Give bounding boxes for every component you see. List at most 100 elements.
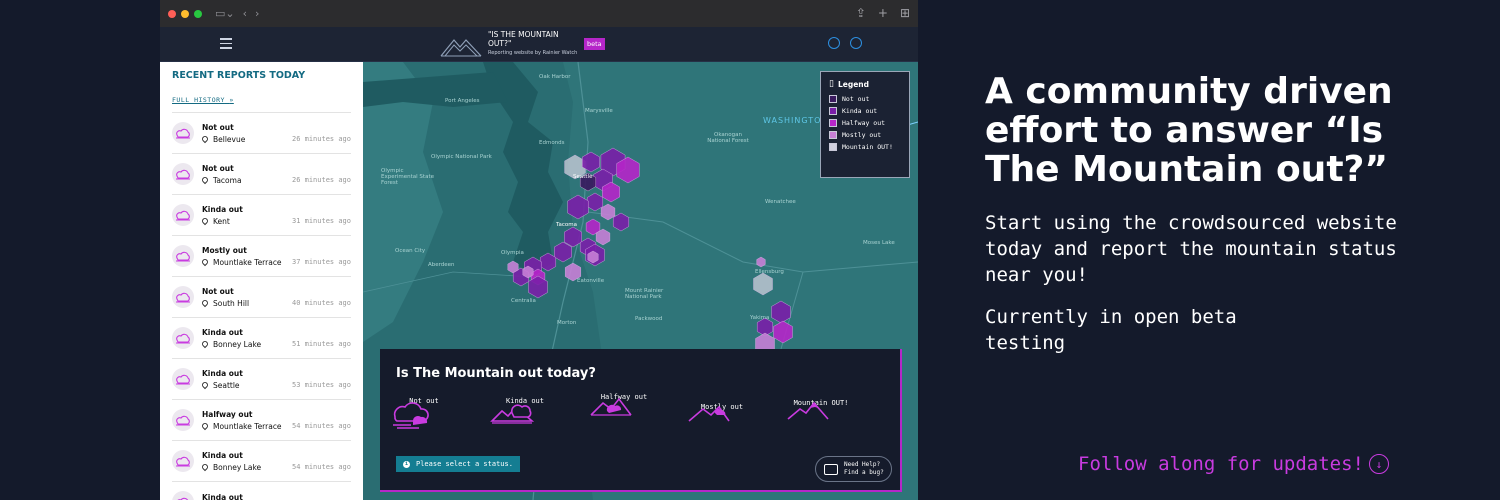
location-pin-icon <box>200 339 210 349</box>
map-label: Oak Harbor <box>539 74 571 80</box>
location-pin-icon <box>200 462 210 472</box>
map-label: Okanogan National Forest <box>707 132 749 144</box>
report-time: 54 minutes ago <box>291 422 351 430</box>
report-list-item[interactable]: Kinda out Bonney Lake 51 minutes ago <box>172 317 351 358</box>
tab-overview-icon[interactable]: ⊞ <box>900 6 910 20</box>
select-status-message: i Please select a status. <box>396 456 520 472</box>
map-label: Wenatchee <box>765 199 796 205</box>
report-status: Not out <box>202 122 234 132</box>
legend-item: Mostly out <box>829 131 901 139</box>
report-time: 53 minutes ago <box>291 381 351 389</box>
report-status-icon <box>172 286 194 308</box>
legend-title-text: Legend <box>837 79 869 89</box>
status-option-not-out[interactable]: Not out <box>389 397 459 429</box>
report-time: 40 minutes ago <box>291 299 351 307</box>
report-time: 31 minutes ago <box>291 217 351 225</box>
location-pin-icon <box>200 380 210 390</box>
report-status: Kinda out <box>202 368 243 378</box>
double-chevron-right-icon: » <box>229 96 234 104</box>
account-icon[interactable] <box>850 37 862 49</box>
browser-window: ▭⌄ ‹ › ⇪ + ⊞ "IS THE MOUNTAIN OUT?" Repo… <box>160 0 918 500</box>
location-pin-icon <box>200 216 210 226</box>
sidebar-toggle-icon[interactable]: ▭⌄ <box>215 7 235 20</box>
map-label: Edmonds <box>539 140 565 146</box>
location-pin-icon <box>200 257 210 267</box>
map-label: Ocean City <box>395 248 426 254</box>
arrow-down-circle-icon: ↓ <box>1368 454 1389 474</box>
report-list-item[interactable]: Kinda out Seattle 53 minutes ago <box>172 358 351 399</box>
report-location: Mountlake Terrace <box>213 257 282 267</box>
status-option-kinda-out[interactable]: Kinda out <box>490 397 560 424</box>
browser-chrome: ▭⌄ ‹ › ⇪ + ⊞ <box>160 0 918 27</box>
location-pin-icon <box>200 175 210 185</box>
minimize-window-button[interactable] <box>181 9 189 18</box>
back-icon[interactable]: ‹ <box>243 7 247 20</box>
legend-label: Halfway out <box>842 119 886 127</box>
report-location: Bonney Lake <box>213 339 262 349</box>
menu-icon[interactable] <box>220 38 232 52</box>
report-list-item[interactable]: Not out South Hill 40 minutes ago <box>172 276 351 317</box>
report-list-item[interactable]: Not out Bellevue 26 minutes ago <box>172 112 351 153</box>
report-location: Kent <box>213 216 230 226</box>
map-icon: ▯ <box>829 79 834 89</box>
help-button[interactable]: Need Help? Find a bug? <box>815 456 892 482</box>
legend-label: Mostly out <box>842 131 882 139</box>
map-legend: ▯ Legend Not out Kinda out Halfway out Most… <box>820 71 910 178</box>
report-list-item[interactable]: Mostly out Mountlake Terrace 37 minutes ag… <box>172 235 351 276</box>
location-pin-icon <box>200 298 210 308</box>
map-view[interactable]: Oak Harbor Port Angeles Marysville Edmon… <box>363 62 918 500</box>
report-list-item[interactable]: Kinda out Kent 31 minutes ago <box>172 194 351 235</box>
location-pin-icon <box>200 421 210 431</box>
legend-title: ▯ Legend <box>829 79 901 89</box>
status-selection-panel: Is The Mountain out today? Not out Kinda… <box>380 349 902 492</box>
info-icon: i <box>403 460 410 468</box>
mountain-logo-icon <box>440 39 482 57</box>
recent-reports-sidebar: RECENT REPORTS TODAY FULL HISTORY » Not … <box>160 62 363 500</box>
full-history-label: FULL HISTORY <box>172 96 225 104</box>
report-list-item[interactable]: Kinda out Bonney Lake 54 minutes ago <box>172 440 351 481</box>
map-label: Eatonville <box>577 278 605 284</box>
legend-item: Mountain OUT! <box>829 143 901 151</box>
report-status-icon <box>172 491 194 500</box>
maximize-window-button[interactable] <box>194 9 202 18</box>
report-time: 51 minutes ago <box>291 340 351 348</box>
cloud-storm-icon <box>393 402 429 429</box>
full-history-link[interactable]: FULL HISTORY » <box>172 96 234 104</box>
site-brand[interactable]: "IS THE MOUNTAIN OUT?" Reporting website… <box>440 30 605 58</box>
map-label: Moses Lake <box>863 240 895 246</box>
report-location: Seattle <box>213 380 240 390</box>
half-cloud-mountain-icon <box>590 397 632 416</box>
map-label: Packwood <box>635 316 663 322</box>
report-location: Tacoma <box>213 175 242 185</box>
report-list-item[interactable]: Kinda out <box>172 481 351 500</box>
status-option-halfway-out[interactable]: Halfway out <box>589 393 659 416</box>
map-label: Mount Rainier National Park <box>625 288 664 300</box>
map-label: Ellensburg <box>755 269 784 275</box>
report-list-item[interactable]: Halfway out Mountlake Terrace 54 minutes a… <box>172 399 351 440</box>
report-status-icon <box>172 245 194 267</box>
status-option-mostly-out[interactable]: Mostly out <box>687 403 757 423</box>
new-tab-icon[interactable]: + <box>878 6 888 20</box>
support-icon[interactable] <box>828 37 840 49</box>
close-window-button[interactable] <box>168 9 176 18</box>
report-location: South Hill <box>213 298 250 308</box>
report-list-item[interactable]: Not out Tacoma 26 minutes ago <box>172 153 351 194</box>
report-hexagon[interactable] <box>554 241 572 263</box>
follow-link[interactable]: Follow along for updates! ↓ <box>1078 453 1389 475</box>
map-label: Olympia <box>501 250 524 256</box>
legend-item: Not out <box>829 95 901 103</box>
follow-text: Follow along for updates! <box>1078 453 1364 475</box>
forward-icon[interactable]: › <box>255 7 259 20</box>
map-label: WASHINGTON <box>763 116 829 125</box>
map-label: Aberdeen <box>428 262 455 268</box>
report-location: Bonney Lake <box>213 462 262 472</box>
report-status-icon <box>172 122 194 144</box>
report-status-icon <box>172 327 194 349</box>
share-icon[interactable]: ⇪ <box>856 6 866 20</box>
map-label: Yakima <box>750 315 770 321</box>
report-status: Kinda out <box>202 204 243 214</box>
status-option-mountain-out[interactable]: Mountain OUT! <box>786 399 856 420</box>
mountain-clear-icon <box>787 401 829 420</box>
cloud-mountain-icon <box>490 404 534 424</box>
report-time: 37 minutes ago <box>291 258 351 266</box>
